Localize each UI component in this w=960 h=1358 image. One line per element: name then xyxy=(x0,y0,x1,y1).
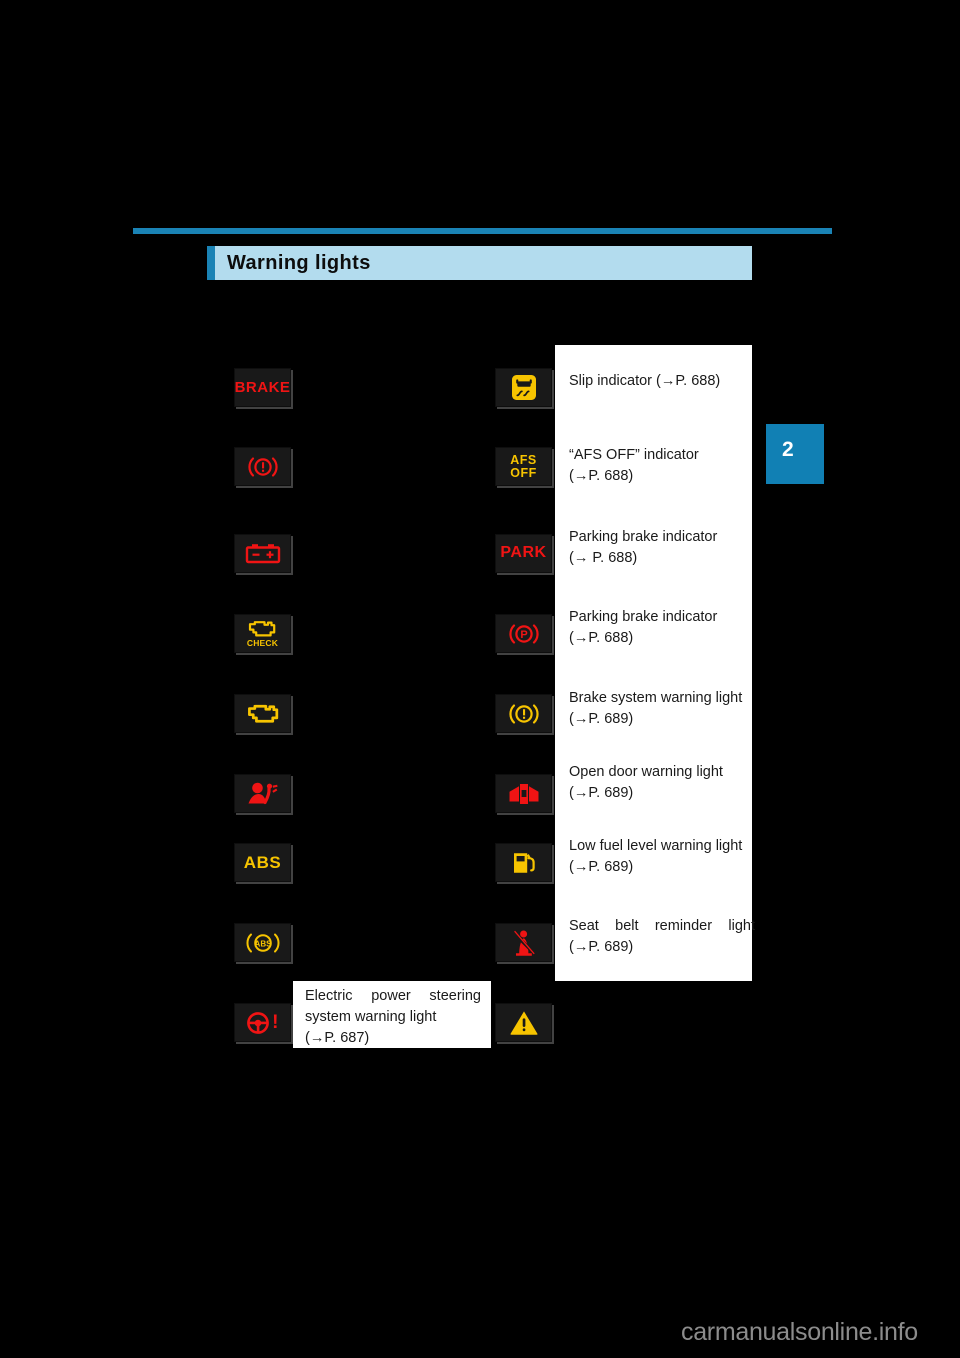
row-label-brake-system-warning: Brake system warning light (→P. 689) xyxy=(569,688,755,730)
header-rule xyxy=(133,228,832,234)
row-label-line-1: Parking brake indicator xyxy=(569,609,718,625)
icon-tile-slip-indicator xyxy=(495,368,552,407)
icon-tile-abs-ring-warning: ABS xyxy=(234,923,291,962)
icon-tile-parking-brake-ring-indicator: P xyxy=(495,614,552,653)
row-label-line-1: Parking brake indicator xyxy=(569,529,718,545)
row-label-line-2: (→P. 689) xyxy=(569,859,634,875)
icon-tile-master-warning-triangle xyxy=(495,1003,552,1042)
chapter-number: 2 xyxy=(782,438,794,461)
steering-exclamation: ! xyxy=(272,1011,279,1033)
row-label-low-fuel-level-warning: Low fuel level warning light (→P. 689) xyxy=(569,836,755,878)
section-accent-bar xyxy=(207,246,215,280)
row-label-line-1: Brake system warning light xyxy=(569,690,743,706)
row-label-slip-indicator: Slip indicator (→P. 688) xyxy=(569,371,755,392)
parking-brake-ring-indicator-icon: P xyxy=(507,621,541,647)
park-text-indicator-icon: PARK xyxy=(500,544,547,562)
electric-power-steering-caption: Electric power steering system warning l… xyxy=(305,986,481,1049)
malfunction-indicator-icon xyxy=(246,703,280,725)
icon-tile-charging-system-warning xyxy=(234,534,291,573)
row-label-afs-off-indicator: “AFS OFF” indicator (→P. 688) xyxy=(569,445,755,487)
check-engine-check-icon: CHECK xyxy=(247,620,278,648)
slip-indicator-icon xyxy=(511,374,537,401)
caption-line-1: Electric power steering xyxy=(305,988,481,1004)
icon-tile-low-fuel-level-warning xyxy=(495,843,552,882)
row-label-line-2: (→P. 689) xyxy=(569,785,634,801)
icon-tile-seat-belt-reminder xyxy=(495,923,552,962)
row-label-line-2: (→P. 689) xyxy=(569,711,634,727)
electric-power-steering-icon: ! xyxy=(246,1011,279,1035)
master-warning-triangle-icon xyxy=(509,1009,539,1036)
row-label-line-2: (→P. 689) xyxy=(569,939,634,955)
electric-power-steering-caption-box: Electric power steering system warning l… xyxy=(293,981,491,1048)
abs-text-warning-icon: ABS xyxy=(243,852,282,872)
icon-tile-afs-off-indicator: AFS OFF xyxy=(495,447,552,486)
svg-text:ABS: ABS xyxy=(254,939,272,948)
icon-tile-brake-system-warning-amber xyxy=(495,694,552,733)
caption-line-2: system warning light xyxy=(305,1009,437,1025)
row-label-parking-brake-indicator: Parking brake indicator (→P. 688) xyxy=(569,607,755,649)
watermark: carmanualsonline.info xyxy=(681,1318,918,1346)
row-label-line-2: (→P. 688) xyxy=(569,468,634,484)
row-label-line-1: “AFS OFF” indicator xyxy=(569,447,699,463)
icon-tile-park-text-indicator: PARK xyxy=(495,534,552,573)
brake-text-warning-icon: BRAKE xyxy=(234,378,291,396)
right-column-panel xyxy=(555,345,752,981)
check-label: CHECK xyxy=(246,637,279,648)
srs-airbag-warning-icon xyxy=(246,781,280,807)
icon-tile-srs-airbag-warning xyxy=(234,774,291,813)
row-label-line-1: Slip indicator (→P. 688) xyxy=(569,373,721,389)
svg-text:P: P xyxy=(520,629,527,641)
page-title: Warning lights xyxy=(227,252,371,274)
row-label-seat-belt-reminder: Seat belt reminder light (→P. 689) xyxy=(569,916,755,958)
open-door-warning-icon xyxy=(507,781,541,807)
row-label-open-door-warning: Open door warning light (→P. 689) xyxy=(569,762,755,804)
row-label-line-1: Open door warning light xyxy=(569,764,723,780)
icon-tile-brake-text-warning: BRAKE xyxy=(234,368,291,407)
brake-system-warning-red-icon xyxy=(246,454,280,480)
seat-belt-reminder-icon xyxy=(510,929,538,957)
afs-off-indicator-icon: AFS OFF xyxy=(510,452,537,480)
abs-ring-warning-icon: ABS xyxy=(243,930,283,956)
icon-tile-malfunction-indicator xyxy=(234,694,291,733)
icon-tile-brake-system-warning-red xyxy=(234,447,291,486)
row-label-line-2: (→P. 688) xyxy=(569,630,634,646)
manual-page: Warning lights 2 BRAKE CHECK ABS ABS ! E… xyxy=(0,0,960,1358)
chapter-tab[interactable]: 2 xyxy=(766,424,824,484)
row-label-line-1: Seat belt reminder light xyxy=(569,918,755,934)
low-fuel-level-warning-icon xyxy=(510,850,538,876)
brake-system-warning-amber-icon xyxy=(507,701,541,727)
icon-tile-open-door-warning xyxy=(495,774,552,813)
row-label-park-indicator: Parking brake indicator (→ P. 688) xyxy=(569,527,755,569)
caption-line-3: (→P. 687) xyxy=(305,1030,370,1046)
icon-tile-abs-text-warning: ABS xyxy=(234,843,291,882)
section-header: Warning lights xyxy=(207,246,752,280)
icon-tile-electric-power-steering: ! xyxy=(234,1003,291,1042)
row-label-line-2: (→ P. 688) xyxy=(569,550,638,566)
row-label-line-1: Low fuel level warning light xyxy=(569,838,743,854)
icon-tile-check-engine: CHECK xyxy=(234,614,291,653)
charging-system-warning-icon xyxy=(245,542,281,565)
